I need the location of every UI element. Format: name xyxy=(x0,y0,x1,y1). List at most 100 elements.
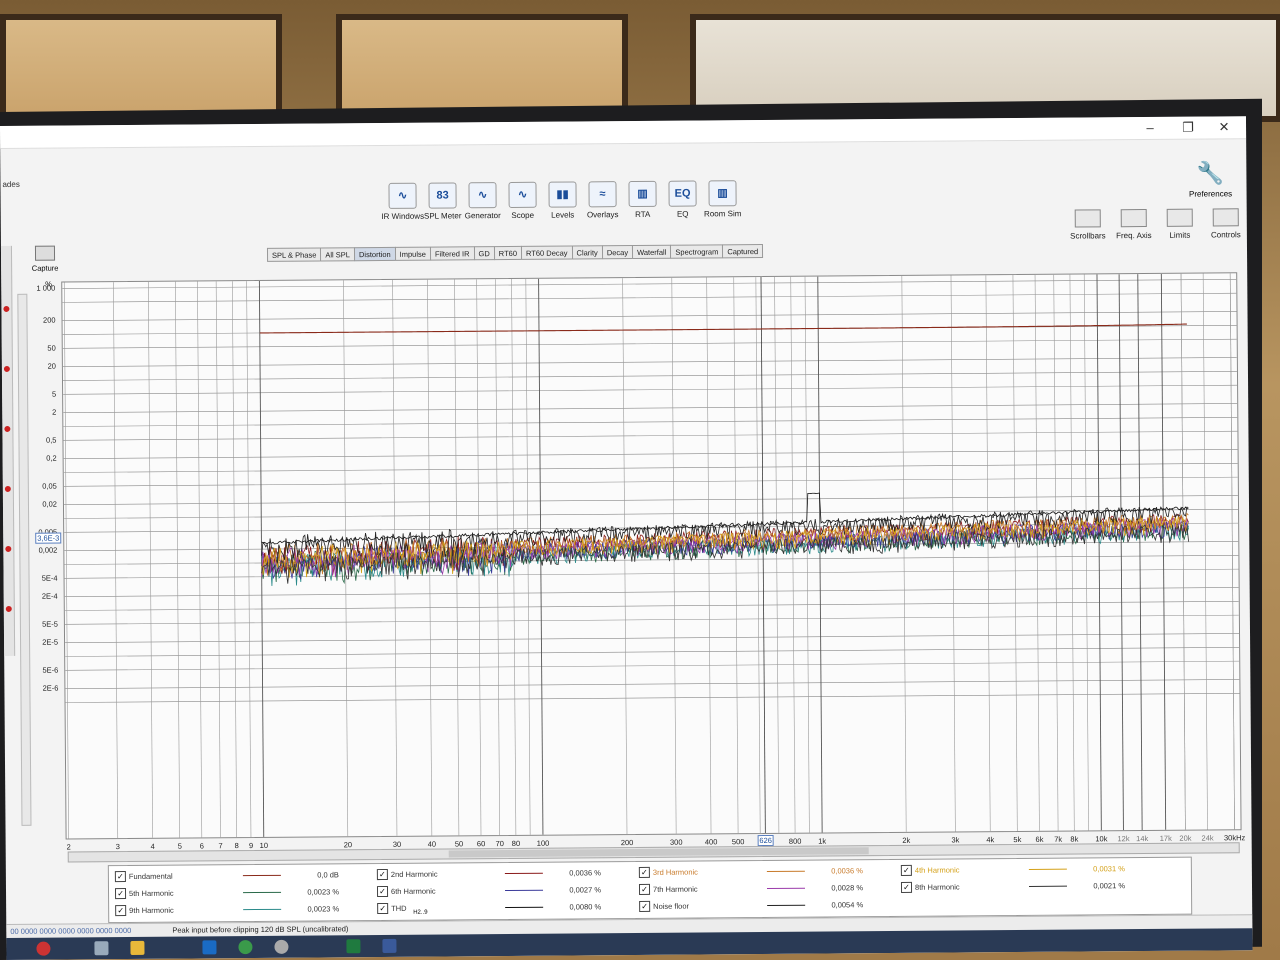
y-tick-label: 0,05 xyxy=(42,481,57,491)
tab-impulse[interactable]: Impulse xyxy=(394,246,431,261)
x-tick-label: 400 xyxy=(704,837,718,847)
background-window-left xyxy=(0,14,282,122)
legend-item-8th-harmonic: ✓ 8th Harmonic 0,0021 % xyxy=(900,879,1151,897)
x-tick-label: 40 xyxy=(427,839,437,849)
x-tick-label: 3 xyxy=(115,842,120,852)
minimize-button[interactable]: – xyxy=(1140,120,1160,136)
close-button[interactable]: ✕ xyxy=(1214,119,1234,135)
tab-spectrogram[interactable]: Spectrogram xyxy=(670,244,724,259)
legend-swatch xyxy=(767,887,806,889)
legend-value: 0,0080 % xyxy=(569,902,602,912)
scrollbars-button[interactable]: Scrollbars xyxy=(1065,209,1111,241)
legend-name: 9th Harmonic xyxy=(129,905,174,916)
legend-checkbox[interactable]: ✓ xyxy=(639,900,651,913)
x-tick-label: 300 xyxy=(669,837,683,847)
freq-axis-button[interactable]: Freq. Axis xyxy=(1111,208,1157,241)
limits-button[interactable]: Limits xyxy=(1157,208,1203,240)
legend-item-4th-harmonic: ✓ 4th Harmonic 0,0031 % xyxy=(900,862,1151,880)
tab-rt60[interactable]: RT60 xyxy=(493,245,523,261)
task-view-icon[interactable] xyxy=(94,941,109,956)
app-icon[interactable] xyxy=(274,939,289,954)
legend-swatch xyxy=(505,906,544,909)
tab-decay[interactable]: Decay xyxy=(601,245,634,260)
legend-name: 5th Harmonic xyxy=(128,888,174,899)
y-tick-label: 0,2 xyxy=(46,453,57,463)
tab-gd[interactable]: GD xyxy=(473,246,495,261)
excel-icon[interactable] xyxy=(346,939,361,954)
x-tick-label: 8 xyxy=(234,841,239,851)
left-measurement-strip[interactable] xyxy=(0,245,16,656)
x-tick-label: 14k xyxy=(1136,834,1149,844)
file-explorer-icon[interactable] xyxy=(130,940,145,956)
legend-checkbox[interactable]: ✓ xyxy=(638,866,650,879)
legend-checkbox[interactable]: ✓ xyxy=(114,871,126,883)
legend-swatch xyxy=(504,872,543,875)
tab-spl-phase[interactable]: SPL & Phase xyxy=(266,247,322,262)
legend-checkbox[interactable]: ✓ xyxy=(638,883,651,896)
x-tick-label: 30kHz xyxy=(1223,833,1246,843)
chrome-icon[interactable] xyxy=(238,940,253,955)
x-tick-label: 6k xyxy=(1035,834,1044,844)
legend-checkbox[interactable]: ✓ xyxy=(900,864,912,876)
distortion-graph[interactable] xyxy=(61,272,1242,840)
capture-button[interactable]: Capture xyxy=(29,245,61,273)
graph-tabs: SPL & Phase All SPL Distortion Impulse Filte… xyxy=(266,244,764,262)
legend-item-3rd-harmonic: ✓ 3rd Harmonic 0,0036 % xyxy=(638,864,889,882)
legend-checkbox[interactable]: ✓ xyxy=(376,885,389,898)
tab-clarity[interactable]: Clarity xyxy=(571,245,603,260)
tab-filtered-ir[interactable]: Filtered IR xyxy=(429,246,475,261)
y-tick-label: 5E-5 xyxy=(42,619,58,629)
restore-button[interactable]: ❐ xyxy=(1178,120,1198,136)
rew-icon[interactable] xyxy=(382,938,397,954)
legend-swatch xyxy=(766,870,805,872)
legend-checkbox[interactable]: ✓ xyxy=(114,888,127,900)
outlook-icon[interactable] xyxy=(202,940,217,955)
x-tick-label: 5k xyxy=(1013,835,1022,845)
legend-name: 8th Harmonic xyxy=(914,882,960,892)
toolbar-room-sim-button[interactable]: ▥ Room Sim xyxy=(692,180,752,218)
legend-value: 0,0023 % xyxy=(307,904,340,914)
scrollbar-thumb[interactable] xyxy=(448,847,869,858)
legend-item-noise-floor: ✓ Noise floor 0,0054 % xyxy=(639,898,889,916)
legend-name: 2nd Harmonic xyxy=(390,869,438,879)
preferences-label: Preferences xyxy=(1188,189,1233,199)
vertical-scrollbar[interactable] xyxy=(17,293,32,826)
x-tick-label: 50 xyxy=(454,839,464,849)
controls-button[interactable]: Controls xyxy=(1203,208,1249,239)
y-tick-label: 2E-6 xyxy=(42,683,59,693)
x-tick-label: 100 xyxy=(536,838,550,848)
capture-label: Capture xyxy=(31,263,59,273)
x-tick-label: 800 xyxy=(788,836,802,846)
legend-value: 0,0021 % xyxy=(1093,881,1126,891)
y-tick-label: 5E-4 xyxy=(41,573,58,583)
legend-checkbox[interactable]: ✓ xyxy=(900,881,913,893)
legend-name: THD xyxy=(391,903,407,913)
legend-checkbox[interactable]: ✓ xyxy=(376,868,388,881)
legend-checkbox[interactable]: ✓ xyxy=(377,902,389,915)
legend-checkbox[interactable]: ✓ xyxy=(115,905,127,917)
tab-waterfall[interactable]: Waterfall xyxy=(632,244,672,260)
legend-item-thd: ✓ THD H2..9 0,0080 % xyxy=(377,900,627,918)
x-tick-label: 17k xyxy=(1159,833,1172,843)
tab-rt60-decay[interactable]: RT60 Decay xyxy=(520,245,573,260)
start-icon[interactable] xyxy=(36,941,51,956)
status-message: Peak input before clipping 120 dB SPL (u… xyxy=(172,924,349,935)
y-tick-label: 20 xyxy=(47,361,56,371)
tab-all-spl[interactable]: All SPL xyxy=(320,247,356,262)
y-cursor-readout: 3,6E-3 xyxy=(35,532,62,545)
tool-label: Freq. Axis xyxy=(1116,230,1152,241)
app-title: ades xyxy=(2,179,20,189)
controls-icon xyxy=(1212,208,1239,227)
legend-swatch xyxy=(1028,868,1067,870)
tab-captured[interactable]: Captured xyxy=(722,244,764,259)
preferences-button[interactable]: 🔧 Preferences xyxy=(1180,160,1240,198)
status-levels: 00 0000 0000 0000 0000 0000 0000 xyxy=(10,925,132,936)
x-tick-label: 30 xyxy=(392,839,402,849)
x-tick-label: 60 xyxy=(476,839,486,849)
legend-name: 3rd Harmonic xyxy=(652,867,698,877)
tab-distortion[interactable]: Distortion xyxy=(353,246,396,262)
x-tick-label: 500 xyxy=(731,837,745,847)
legend-swatch xyxy=(242,874,281,877)
legend-name: 4th Harmonic xyxy=(914,865,960,875)
legend-item-9th-harmonic: ✓ 9th Harmonic 0,0023 % xyxy=(115,902,365,920)
